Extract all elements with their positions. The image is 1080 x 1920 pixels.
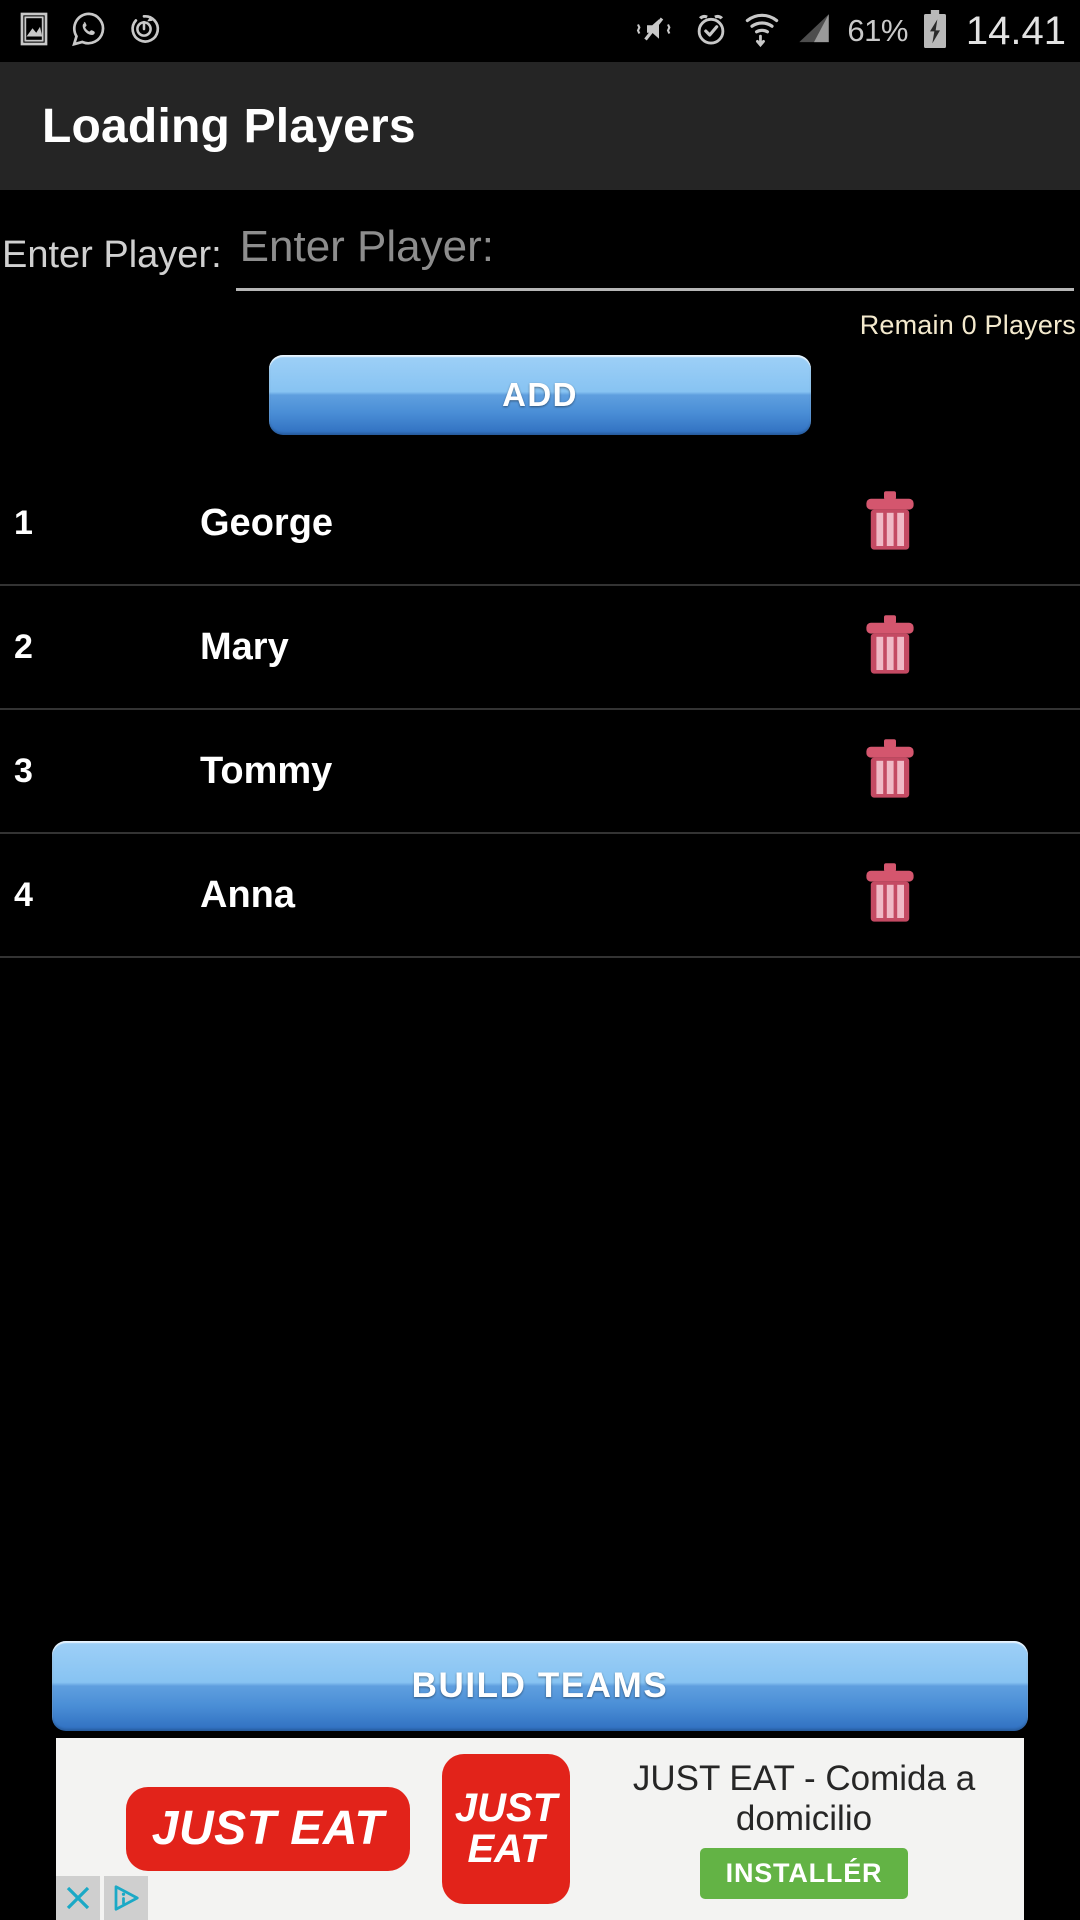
battery-percent-label: 61% <box>847 13 908 48</box>
delete-player-button[interactable] <box>850 490 1080 557</box>
ad-banner[interactable]: JUST EAT JUST EAT JUST EAT - Comida a do… <box>0 1738 1080 1920</box>
status-bar: 61% 14.41 <box>0 0 1080 62</box>
delete-player-button[interactable] <box>850 614 1080 681</box>
delete-player-button[interactable] <box>850 862 1080 929</box>
status-bar-left-icons <box>16 10 162 53</box>
ad-logo-wide: JUST EAT <box>108 1787 428 1871</box>
trash-icon <box>862 614 918 681</box>
table-row[interactable]: 1 George <box>0 462 1080 586</box>
ad-content[interactable]: JUST EAT JUST EAT JUST EAT - Comida a do… <box>56 1738 1024 1920</box>
build-teams-button[interactable]: BUILD TEAMS <box>52 1641 1028 1731</box>
ad-headline: JUST EAT - Comida a domicilio <box>632 1758 976 1838</box>
player-name: Anna <box>200 873 295 916</box>
mute-vibrate-icon <box>633 11 679 52</box>
table-row[interactable]: 3 Tommy <box>0 710 1080 834</box>
player-name: Mary <box>200 625 289 668</box>
whatsapp-icon <box>70 10 108 53</box>
wifi-icon <box>743 9 781 54</box>
status-bar-right-icons: 61% 14.41 <box>633 9 1066 54</box>
adchoices-icon[interactable] <box>104 1876 148 1920</box>
just-eat-wordmark: JUST EAT <box>125 1787 411 1871</box>
battery-charging-icon <box>921 9 949 54</box>
player-name: George <box>200 501 334 544</box>
ad-app-icon-line2: EAT <box>467 1827 545 1871</box>
enter-player-input-wrap <box>235 218 1074 291</box>
player-index: 3 <box>14 751 33 790</box>
alarm-icon <box>692 10 730 53</box>
remaining-players-label: Remain 0 Players <box>859 310 1076 340</box>
table-row[interactable]: 2 Mary <box>0 586 1080 710</box>
signal-icon <box>794 11 834 52</box>
player-name: Tommy <box>200 749 333 792</box>
clock-label: 14.41 <box>965 8 1066 53</box>
player-index: 2 <box>14 627 33 666</box>
player-index: 4 <box>14 875 33 914</box>
player-list: 1 George 2 Mary 3 Tommy 4 Anna <box>0 462 1080 958</box>
ad-corner-controls <box>56 1876 148 1920</box>
enter-player-label: Enter Player: <box>2 234 222 276</box>
close-icon[interactable] <box>56 1876 100 1920</box>
table-row[interactable]: 4 Anna <box>0 834 1080 958</box>
page-title: Loading Players <box>42 99 416 153</box>
player-index: 1 <box>14 503 33 542</box>
app-bar: Loading Players <box>0 62 1080 190</box>
ad-app-icon: JUST EAT <box>442 1754 570 1904</box>
add-button[interactable]: ADD <box>269 355 811 435</box>
ad-text-column: JUST EAT - Comida a domicilio INSTALLÉR <box>594 1759 1014 1900</box>
trash-icon <box>862 862 918 929</box>
input-underline <box>235 288 1074 291</box>
trash-icon <box>862 490 918 557</box>
gallery-icon <box>16 11 52 52</box>
player-name-input[interactable] <box>235 218 1074 288</box>
enter-player-row: Enter Player: <box>0 218 1080 308</box>
ad-install-button[interactable]: INSTALLÉR <box>699 1848 909 1900</box>
ad-app-icon-line1: JUST <box>454 1786 558 1831</box>
trash-icon <box>862 738 918 805</box>
delete-player-button[interactable] <box>850 738 1080 805</box>
power-sync-icon <box>126 11 162 52</box>
